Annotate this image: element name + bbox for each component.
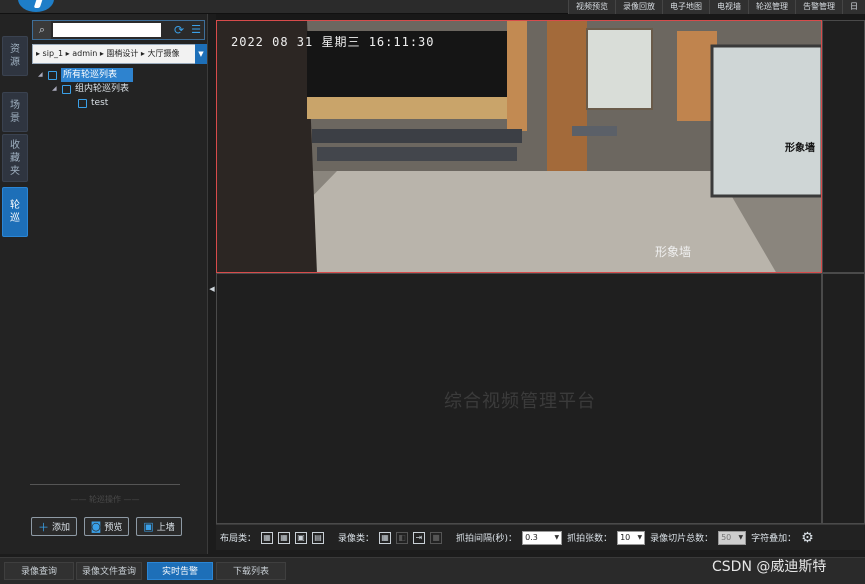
tab-record-file-query[interactable]: 录像文件查询	[76, 562, 142, 580]
gear-icon[interactable]: ⚙	[801, 530, 814, 546]
search-icon[interactable]: ⌕	[33, 21, 51, 39]
tree-node-root[interactable]: ◢ 所有轮巡列表	[38, 68, 134, 82]
preview-button-label: 预览	[104, 523, 123, 533]
record-stop-icon[interactable]: ■	[430, 531, 443, 544]
preview-button[interactable]: ◙ 预览	[84, 517, 129, 536]
tree-node-group[interactable]: ◢ 组内轮巡列表	[38, 82, 133, 96]
video-pane-3[interactable]: 综合视频管理平台	[216, 273, 822, 524]
nav-emap[interactable]: 电子地图	[662, 0, 709, 14]
side-tab-label: 收藏夹	[10, 139, 20, 177]
layout-custom-icon[interactable]: ▤	[312, 531, 325, 544]
top-navigation: 视频预览 录像回放 电子地图 电视墙 轮巡管理 告警管理 日	[568, 0, 865, 14]
tree-node-label: test	[91, 98, 109, 108]
tree-node-label: 所有轮巡列表	[61, 68, 134, 82]
side-tab-label: 轮巡	[10, 200, 20, 224]
side-tab-patrol[interactable]: 轮巡	[2, 187, 28, 237]
tree-node-label: 组内轮巡列表	[75, 84, 130, 94]
chevron-down-icon: ▼	[637, 533, 643, 541]
side-tab-favorites[interactable]: 收藏夹	[2, 134, 28, 182]
capture-count-select[interactable]: 10 ▼	[617, 530, 646, 545]
wall-button-label: 上墙	[156, 523, 175, 533]
capture-interval-select[interactable]: 0.3 ▼	[522, 530, 563, 545]
refresh-icon[interactable]: ⟳	[171, 22, 187, 38]
search-input[interactable]	[53, 23, 161, 37]
folder-icon	[48, 70, 57, 80]
layout-label: 布局类：	[220, 534, 257, 544]
preview-icon: ◙	[90, 520, 102, 533]
platform-watermark: 综合视频管理平台	[444, 391, 596, 412]
active-tab-caret-icon	[177, 575, 185, 580]
divider	[30, 484, 180, 485]
folder-icon	[62, 84, 71, 94]
video-pane-2[interactable]	[822, 20, 865, 273]
left-panel: 资源 场景 收藏夹 轮巡 ⌕ ⟳ ☰ ▸ sip_1 ▸ admin ▸ 園梢设…	[0, 14, 208, 554]
chevron-down-icon: ▼	[554, 533, 560, 541]
plus-icon: ＋	[37, 520, 49, 534]
nav-alarm-manage[interactable]: 告警管理	[795, 0, 842, 14]
footer-watermark: CSDN @威迪斯特	[712, 559, 827, 575]
osd-side-label: 形象墙	[785, 143, 815, 154]
nav-patrol-manage[interactable]: 轮巡管理	[748, 0, 795, 14]
record-label: 录像类：	[338, 534, 375, 544]
overlay-label: 字符叠加：	[751, 534, 797, 544]
video-toolbar: 布局类： ▦ ▦ ▣ ▤ 录像类： ▦ ◧ ⇥ ■ 抓拍间隔(秒)： 0.3 ▼ …	[216, 524, 865, 550]
list-icon[interactable]: ☰	[188, 22, 204, 38]
nav-playback[interactable]: 录像回放	[615, 0, 662, 14]
side-tab-label: 资源	[10, 44, 20, 68]
nav-video-preview[interactable]: 视频预览	[568, 0, 615, 14]
collapse-panel-icon[interactable]: ◀	[208, 283, 216, 295]
capture-interval-value: 0.3	[525, 532, 538, 542]
tree-node-leaf[interactable]: test	[38, 96, 133, 110]
nav-more[interactable]: 日	[842, 0, 865, 14]
record-forward-icon[interactable]: ⇥	[413, 531, 426, 544]
capture-count-value: 10	[620, 532, 631, 542]
add-button[interactable]: ＋ 添加	[31, 517, 77, 536]
video-pane-4[interactable]	[822, 273, 865, 524]
osd-camera-name: 形象墙	[655, 245, 692, 259]
layout-fullscreen-icon[interactable]: ▣	[295, 531, 308, 544]
video-pane-1[interactable]: 2022 08 31 星期三 16:11:30 形象墙 形象墙	[216, 20, 822, 273]
capture-interval-label: 抓拍间隔(秒)：	[456, 534, 518, 544]
add-button-label: 添加	[51, 523, 70, 533]
monitor-icon: ▣	[143, 520, 154, 533]
side-tab-resources[interactable]: 资源	[2, 36, 28, 76]
osd-timestamp: 2022 08 31 星期三 16:11:30	[231, 35, 435, 49]
capture-count-label: 抓拍张数：	[567, 534, 613, 544]
search-bar: ⌕ ⟳ ☰	[32, 20, 205, 40]
expand-icon[interactable]: ◢	[52, 82, 62, 96]
nav-tv-wall[interactable]: 电视墙	[709, 0, 748, 14]
expand-icon[interactable]: ◢	[38, 68, 48, 82]
patrol-tree: ◢ 所有轮巡列表 ◢ 组内轮巡列表 test	[38, 68, 134, 110]
slice-total-select[interactable]: 50 ▼	[718, 530, 747, 545]
chevron-down-icon: ▼	[738, 533, 744, 541]
chevron-down-icon[interactable]: ▼	[195, 44, 207, 64]
slice-total-value: 50	[721, 532, 732, 542]
layout-grid-16-icon[interactable]: ▦	[278, 531, 291, 544]
slice-total-label: 录像切片总数：	[650, 534, 714, 544]
side-tab-scenes[interactable]: 场景	[2, 92, 28, 132]
tab-record-query[interactable]: 录像查询	[4, 562, 74, 580]
side-tab-label: 场景	[10, 100, 20, 124]
device-path-select[interactable]: ▸ sip_1 ▸ admin ▸ 園梢设计 ▸ 大厅摄像	[32, 44, 207, 64]
patrol-item-icon	[78, 98, 87, 108]
record-grid-icon[interactable]: ▦	[379, 531, 392, 544]
divider-caption: —— 轮巡操作 ——	[70, 495, 140, 504]
wall-button[interactable]: ▣ 上墙	[136, 517, 182, 536]
layout-grid-9-icon[interactable]: ▦	[261, 531, 274, 544]
tab-download-list[interactable]: 下载列表	[216, 562, 286, 580]
record-back-icon[interactable]: ◧	[396, 531, 409, 544]
camera-frame	[217, 21, 821, 272]
